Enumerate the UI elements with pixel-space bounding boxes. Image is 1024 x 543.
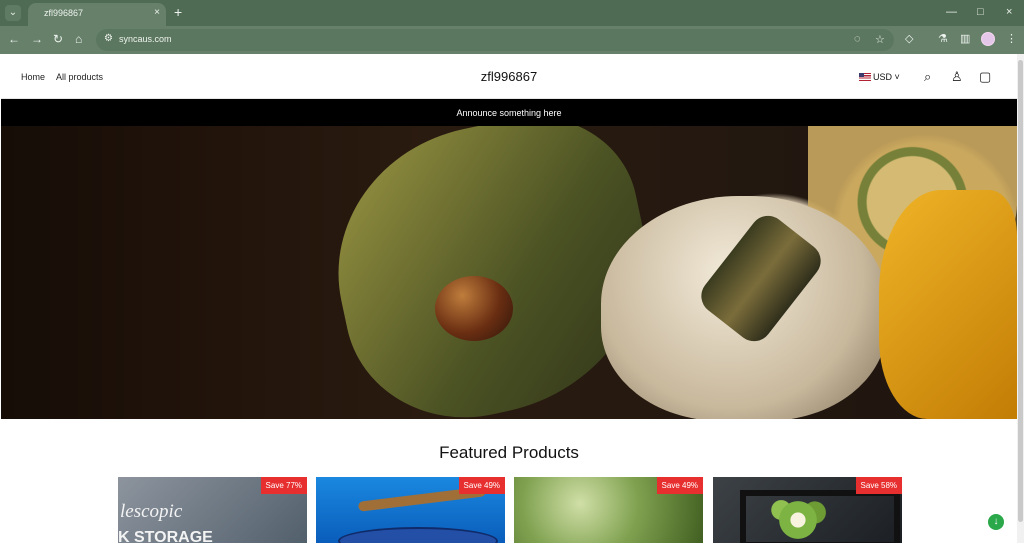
product-image-text-bottom: K STORAGE xyxy=(118,529,213,543)
home-icon[interactable]: ⌂ xyxy=(75,32,82,46)
site-info-icon[interactable]: ⚙ xyxy=(104,33,113,44)
browser-toolbar: ← → ↻ ⌂ ⚙ syncaus.com ◌ ☆ ◇ ⚗ ▥ ⋮ xyxy=(0,26,1024,54)
download-icon[interactable]: ↓ xyxy=(988,514,1004,530)
discount-badge: Save 58% xyxy=(855,477,902,494)
back-arrow-icon[interactable]: ← xyxy=(8,32,20,46)
product-card[interactable]: Save 49% xyxy=(316,477,505,543)
url-text: syncaus.com xyxy=(119,34,172,44)
product-card[interactable]: Save 58% xyxy=(713,477,902,543)
discount-badge: Save 49% xyxy=(656,477,703,494)
minimize-icon[interactable]: — xyxy=(946,6,957,18)
tab-title: zfl996867 xyxy=(44,8,84,18)
more-vertical-icon[interactable]: ⋮ xyxy=(1006,32,1017,45)
flower-arrangement-shape xyxy=(756,495,840,543)
star-icon[interactable]: ☆ xyxy=(875,33,885,46)
tab-strip: ⌄ zfl996867 × + — □ × xyxy=(0,0,1024,26)
eye-off-icon[interactable]: ◌ xyxy=(854,33,861,45)
discount-badge: Save 49% xyxy=(458,477,505,494)
profile-avatar[interactable] xyxy=(981,32,995,46)
product-card[interactable]: Save 49% xyxy=(514,477,703,543)
us-flag-icon xyxy=(859,73,871,81)
hero-banner-image xyxy=(1,126,1017,419)
web-page: Home All products zfl996867 USD ˅ ⌕ ♙ ▢ … xyxy=(1,54,1017,543)
search-icon[interactable]: ⌕ xyxy=(924,69,931,85)
sidebar-icon[interactable]: ▥ xyxy=(960,32,970,45)
close-icon[interactable]: × xyxy=(154,7,160,18)
forward-arrow-icon[interactable]: → xyxy=(31,32,43,46)
blue-feeder-shape xyxy=(338,527,498,543)
close-window-icon[interactable]: × xyxy=(1006,6,1012,18)
announcement-text: Announce something here xyxy=(456,108,562,118)
discount-badge: Save 77% xyxy=(260,477,307,494)
scrollbar-thumb[interactable] xyxy=(1018,60,1023,522)
chestnut-shape xyxy=(435,276,513,341)
address-bar[interactable]: ⚙ syncaus.com ◌ ☆ xyxy=(96,29,894,51)
featured-products-heading: Featured Products xyxy=(439,443,579,462)
currency-selector[interactable]: USD ˅ xyxy=(859,72,900,82)
announcement-bar: Announce something here xyxy=(1,99,1017,126)
shopping-bag-icon[interactable]: ▢ xyxy=(979,69,991,85)
browser-window: ⌄ zfl996867 × + — □ × ← → ↻ ⌂ ⚙ syncaus.… xyxy=(0,0,1024,54)
flask-icon[interactable]: ⚗ xyxy=(938,32,948,45)
active-tab[interactable]: zfl996867 × xyxy=(28,3,166,26)
maximize-icon[interactable]: □ xyxy=(977,6,984,18)
product-image-text-top: lescopic xyxy=(120,501,183,522)
tab-menu-button[interactable]: ⌄ xyxy=(5,5,21,21)
puzzle-icon[interactable]: ◇ xyxy=(905,32,913,45)
user-icon[interactable]: ♙ xyxy=(951,69,963,85)
reload-icon[interactable]: ↻ xyxy=(53,32,63,46)
currency-code: USD xyxy=(873,72,893,82)
yellow-squash-shape xyxy=(879,190,1017,419)
plus-icon[interactable]: + xyxy=(174,5,182,19)
product-card[interactable]: lescopic K STORAGE Save 77% xyxy=(118,477,307,543)
site-header: Home All products zfl996867 USD ˅ ⌕ ♙ ▢ xyxy=(1,54,1017,99)
